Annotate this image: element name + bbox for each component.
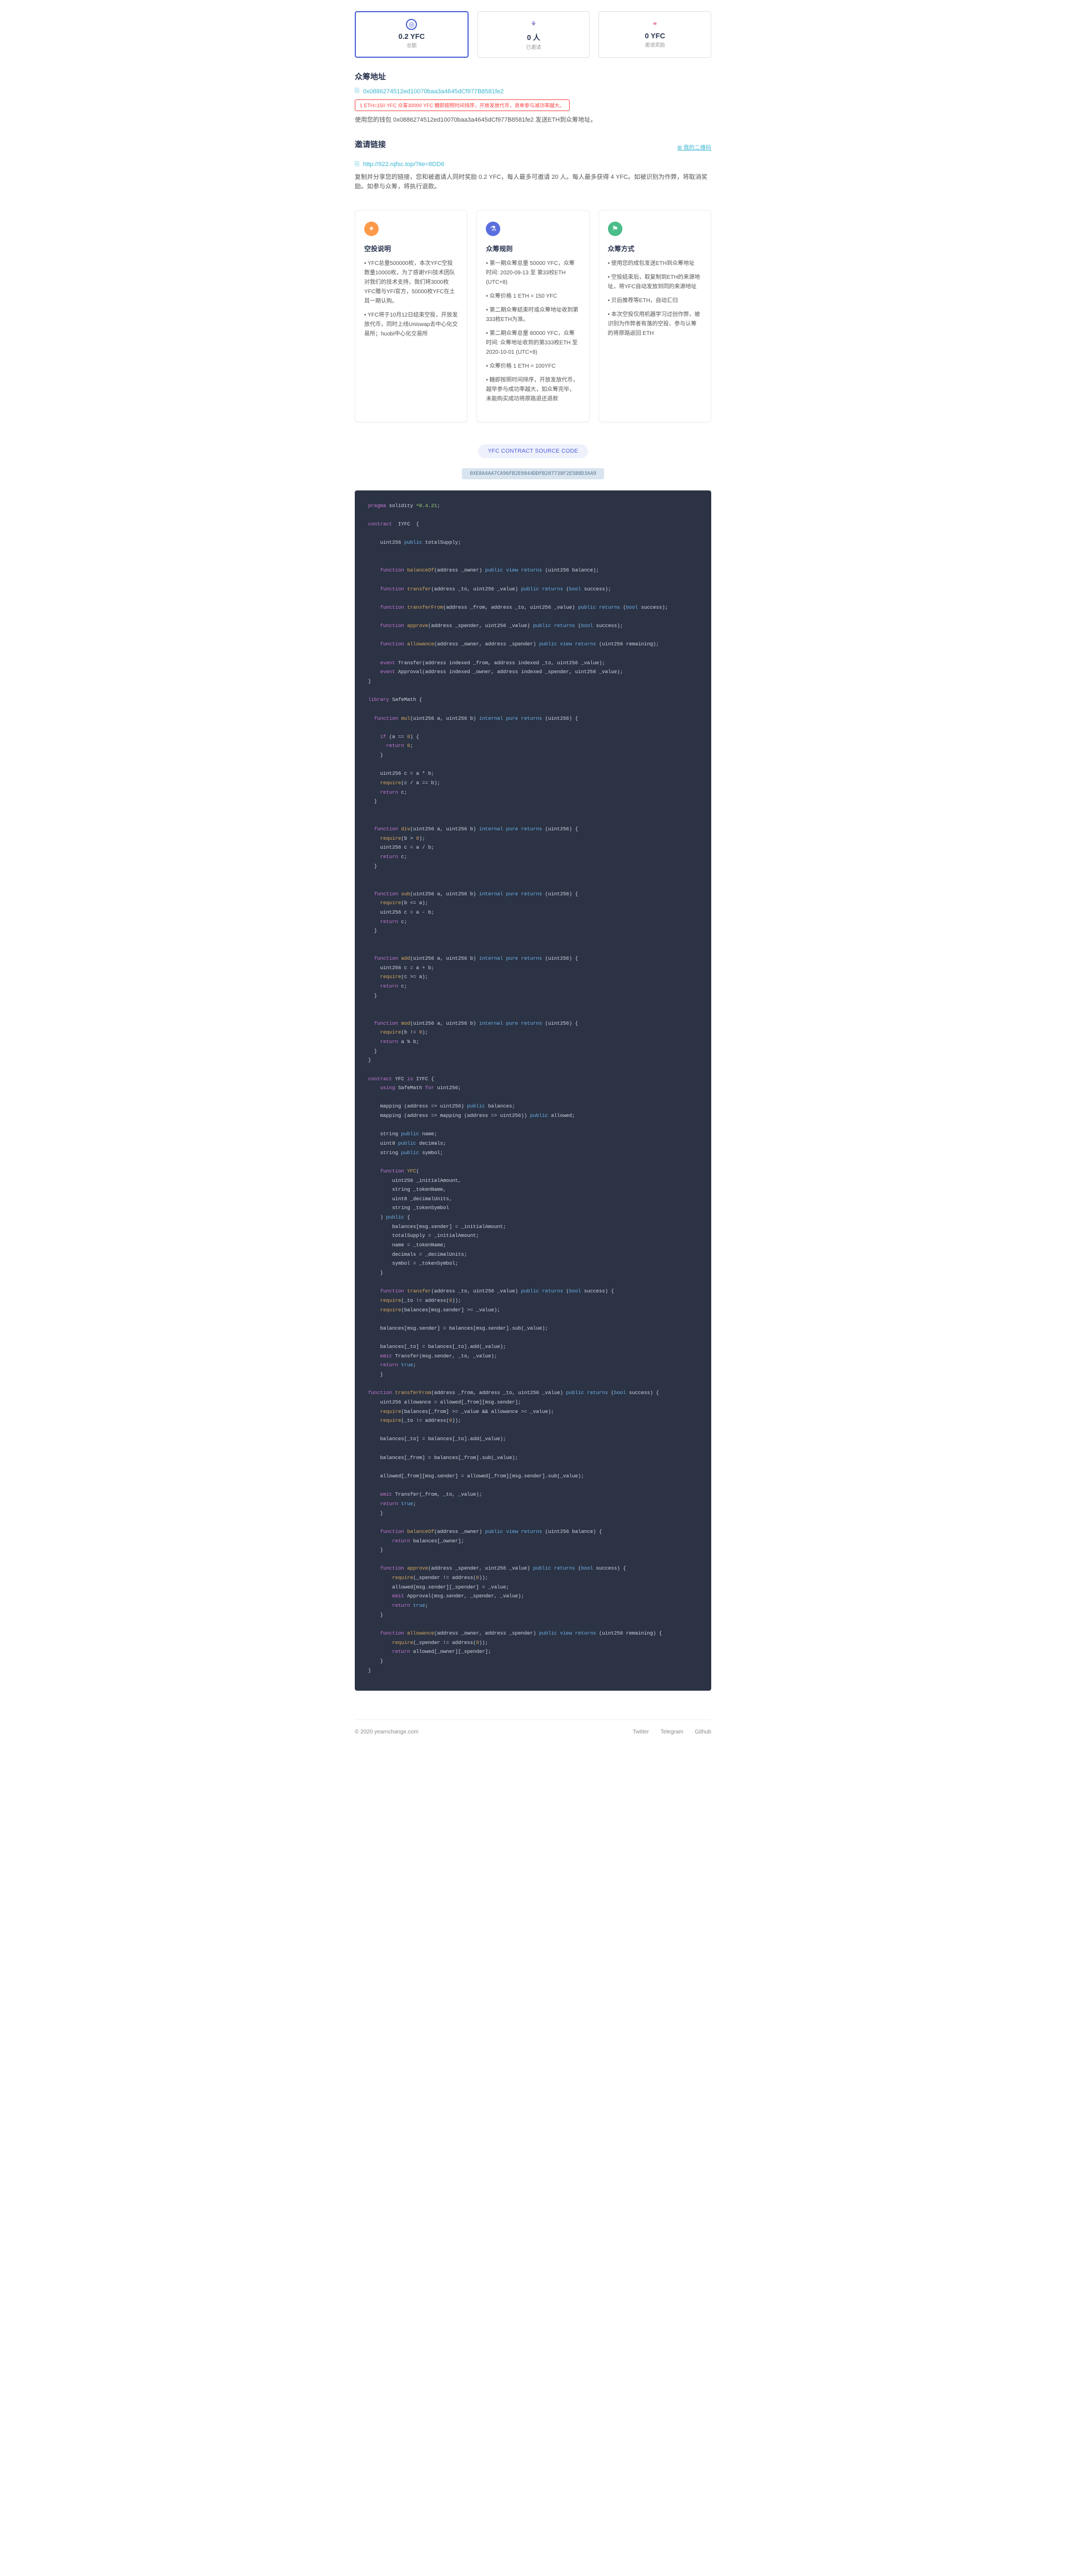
copy-icon[interactable]: ⎘ <box>355 161 360 168</box>
card-item: • 第一期众筹总量 50000 YFC，众筹时间: 2020-09-13 至 第… <box>486 259 580 287</box>
invite-link[interactable]: http://922.rqfsc.top/?ite=8DD6 <box>363 161 444 168</box>
page-footer: © 2020 yearnchange.com Twitter Telegram … <box>355 1720 711 1751</box>
method-icon: ⚑ <box>608 222 622 236</box>
crowdfund-rules-title: 众筹规则 <box>486 244 580 253</box>
crowdfund-address[interactable]: 0x0886274512ed10070baa3a4645dCf977B8581f… <box>363 88 504 95</box>
copyright: © 2020 yearnchange.com <box>355 1729 419 1735</box>
card-item: • 众筹价格 1 ETH = 100YFC <box>486 362 580 371</box>
card-item: • 空投结束后，取复制到ETH的来源地址，将YFC自动发放到同的来源地址 <box>608 273 702 292</box>
stat-icon-invited: ⚘ <box>528 18 539 29</box>
copy-icon[interactable]: ⎘ <box>355 88 360 95</box>
invite-desc: 复制并分享您的链接，您和被邀请人同时奖励 0.2 YFC，每人最多可邀请 20 … <box>355 173 711 192</box>
info-cards-row: ✦ 空投说明 • YFC总量500000枚，本次YFC空投数量10000枚，为了… <box>355 210 711 422</box>
stat-label-total: 总额 <box>367 42 456 49</box>
stat-label-invited: 已邀请 <box>489 43 579 51</box>
invite-section: 邀请链接 ⊞ 我的二维码 ⎘ http://922.rqfsc.top/?ite… <box>355 139 711 192</box>
stat-total: ◎ 0.2 YFC 总额 <box>355 11 469 58</box>
card-item: • 众筹价格 1 ETH = 150 YFC <box>486 292 580 301</box>
qr-code-link[interactable]: ⊞ 我的二维码 <box>677 143 711 151</box>
card-item: • 第二期众筹结束时或众筹地址收到第333枚ETH为准。 <box>486 305 580 324</box>
card-item: • YFC总量500000枚，本次YFC空投数量10000枚，为了感谢YFI技术… <box>364 259 458 306</box>
airdrop-title: 空投说明 <box>364 244 458 253</box>
footer-link-twitter[interactable]: Twitter <box>632 1729 648 1735</box>
stat-value-reward: 0 YFC <box>610 32 700 40</box>
stat-icon-total: ◎ <box>406 19 417 30</box>
card-item: • YFC将于10月12日结束空投，开放发放代币，同时上线Uniswap去中心化… <box>364 310 458 339</box>
footer-link-github[interactable]: Github <box>695 1729 711 1735</box>
card-item: • 糖即按照时间排序，开放发放代币，越早参与成功率越大，如众筹完毕，未能购买成功… <box>486 375 580 404</box>
method-card: ⚑ 众筹方式 • 使用您的成包发送ETH到众筹地址 • 空投结束后，取复制到ET… <box>599 210 711 422</box>
method-title: 众筹方式 <box>608 244 702 253</box>
crowdfund-rules-icon: ⚗ <box>486 222 500 236</box>
stat-icon-reward: ⚭ <box>650 18 661 29</box>
stat-invited: ⚘ 0 人 已邀请 <box>477 11 590 58</box>
contract-hash: 0XE8A4AA7CA96FB2E0844DDFB207738F2E5B8D3A… <box>462 468 604 479</box>
crowdfund-title: 众筹地址 <box>355 71 711 82</box>
stats-row: ◎ 0.2 YFC 总额 ⚘ 0 人 已邀请 ⚭ 0 YFC 邀请奖励 <box>355 11 711 58</box>
footer-link-telegram[interactable]: Telegram <box>661 1729 683 1735</box>
stat-reward: ⚭ 0 YFC 邀请奖励 <box>599 11 711 58</box>
stat-label-reward: 邀请奖励 <box>610 41 700 48</box>
source-code-badge: YFC CONTRACT SOURCE CODE <box>478 444 589 458</box>
warning-banner: 1 ETH=150 YFC 众筹30000 YFC 糖即按照时间排序，开放发放代… <box>355 99 570 111</box>
source-code-block: pragma solidity ^0.4.21; contract IYFC {… <box>355 490 711 1691</box>
crowdfund-section: 众筹地址 ⎘ 0x0886274512ed10070baa3a4645dCf97… <box>355 71 711 126</box>
crowdfund-rules-card: ⚗ 众筹规则 • 第一期众筹总量 50000 YFC，众筹时间: 2020-09… <box>476 210 589 422</box>
invite-title: 邀请链接 <box>355 139 386 150</box>
card-item: • 使用您的成包发送ETH到众筹地址 <box>608 259 702 268</box>
card-item: • 第二期众筹总量 80000 YFC，众筹时间: 众筹地址收到的第333枚ET… <box>486 329 580 357</box>
stat-value-invited: 0 人 <box>489 32 579 42</box>
airdrop-icon: ✦ <box>364 222 379 236</box>
stat-value-total: 0.2 YFC <box>367 32 456 41</box>
crowdfund-desc: 使用您的钱包 0x0886274512ed10070baa3a4645dCf97… <box>355 116 711 126</box>
airdrop-card: ✦ 空投说明 • YFC总量500000枚，本次YFC空投数量10000枚，为了… <box>355 210 467 422</box>
card-item: • 贝后推荐等ETH，自动汇归 <box>608 296 702 305</box>
card-item: • 本次空投仅用机器学习过创作弊，被识别为作弊者有落的空投、参与认筹的将原路返回… <box>608 310 702 338</box>
